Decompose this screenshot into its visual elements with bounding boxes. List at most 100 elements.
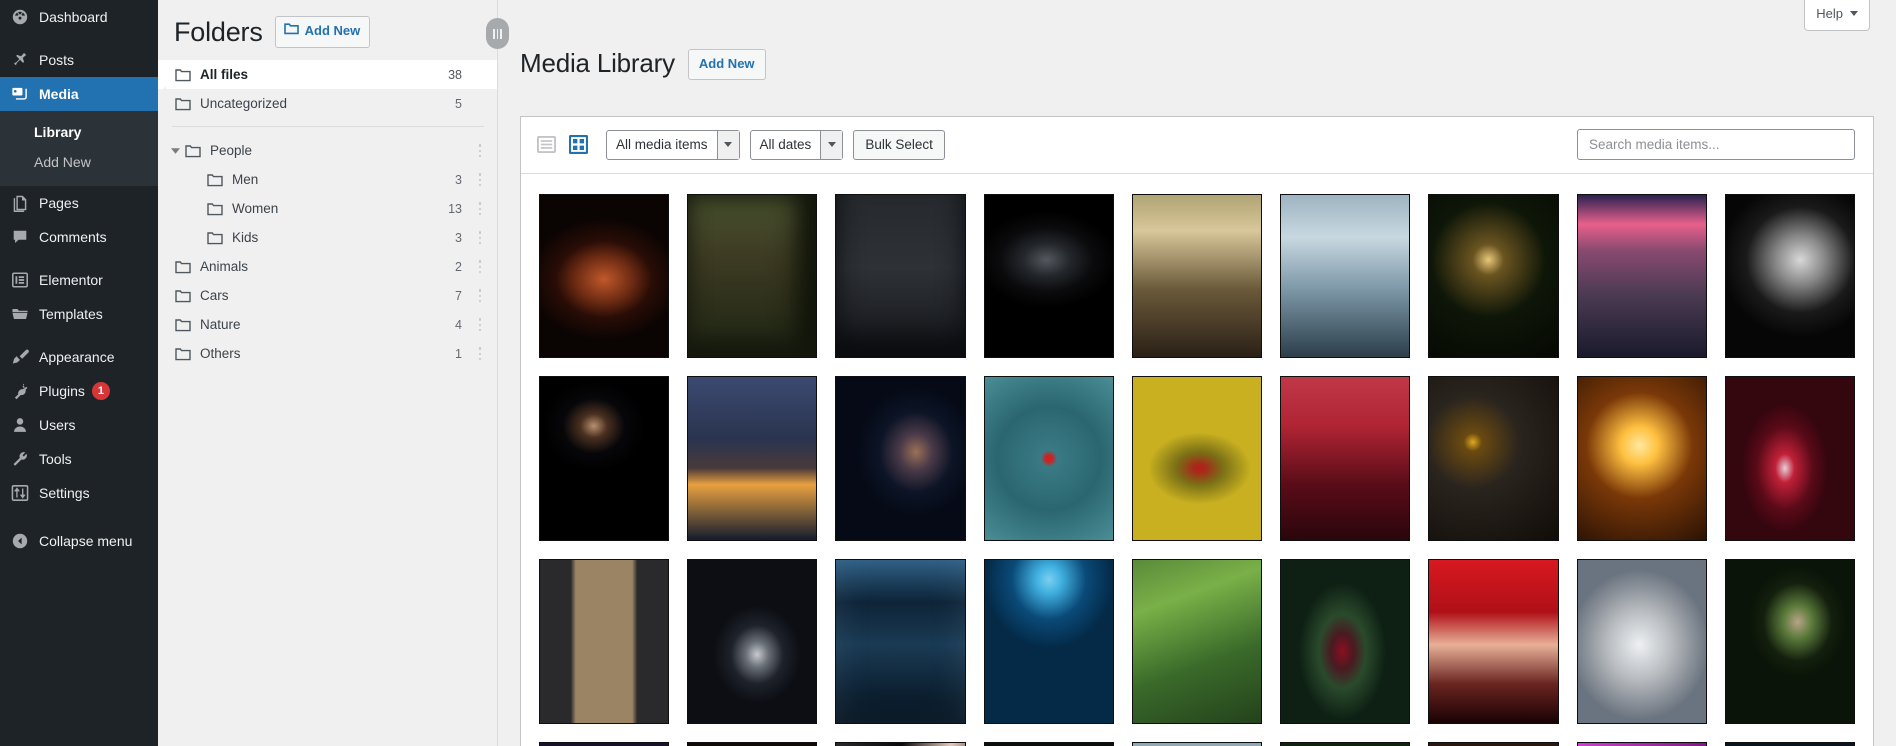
submenu-item-library[interactable]: Library [0,117,158,147]
media-grid [521,174,1873,746]
wp-admin-screen: Dashboard Posts Media Library Add New Pages Co… [0,0,1896,746]
sidebar-item-collapse-menu[interactable]: Collapse menu [0,524,158,558]
media-item[interactable] [539,376,670,542]
chevron-down-icon [820,130,843,159]
media-item[interactable] [1428,741,1559,746]
folder-more-options-icon[interactable] [472,230,488,246]
sidebar-item-posts[interactable]: Posts [0,43,158,77]
folder-more-options-icon[interactable] [472,172,488,188]
sidebar-separator [0,510,158,519]
media-item[interactable] [1428,193,1559,359]
media-thumbnail [688,377,817,541]
media-item[interactable] [835,559,966,724]
folders-add-new-button[interactable]: Add New [274,16,371,49]
sidebar-item-dashboard[interactable]: Dashboard [0,0,158,34]
search-input[interactable] [1587,136,1845,154]
media-item[interactable] [1576,376,1707,542]
folder-row-men[interactable]: Men 3 [158,165,498,194]
sidebar-item-comments[interactable]: Comments [0,220,158,254]
sidebar-item-label: Pages [39,194,79,211]
media-item[interactable] [1131,193,1263,359]
panel-resize-handle[interactable] [486,18,509,49]
media-item[interactable] [687,193,818,359]
media-item[interactable] [687,376,818,542]
folder-row-uncategorized[interactable]: Uncategorized 5 [158,89,498,118]
help-button[interactable]: Help [1804,0,1870,31]
bulk-select-button[interactable]: Bulk Select [853,129,945,160]
chevron-down-icon[interactable] [168,148,182,154]
sidebar-item-pages[interactable]: Pages [0,186,158,220]
media-thumbnail [688,194,817,358]
media-item[interactable] [539,741,670,746]
media-item[interactable] [687,559,818,724]
folder-count: 3 [455,230,462,245]
media-item[interactable] [983,741,1114,746]
folder-row-others[interactable]: Others 1 [158,339,498,368]
sidebar-item-elementor[interactable]: Elementor [0,263,158,297]
media-item[interactable] [1724,193,1855,359]
sidebar-item-media[interactable]: Media [0,77,166,111]
sidebar-item-settings[interactable]: Settings [0,476,158,510]
media-item[interactable] [1428,559,1559,724]
folder-more-options-icon[interactable] [472,288,488,304]
folder-label: All files [200,67,249,83]
sidebar-item-tools[interactable]: Tools [0,442,158,476]
folder-count: 4 [455,317,462,332]
media-add-new-button[interactable]: Add New [687,48,766,80]
media-item[interactable] [1280,376,1411,542]
folder-count: 13 [448,201,462,216]
folder-row-cars[interactable]: Cars 7 [158,281,498,310]
media-item[interactable] [835,193,966,359]
folder-count: 38 [448,67,462,82]
media-item[interactable] [983,376,1114,542]
media-item[interactable] [1131,741,1263,746]
date-filter[interactable]: All dates [749,129,844,160]
media-item[interactable] [1724,741,1855,746]
media-item[interactable] [1724,559,1855,724]
sidebar-item-templates[interactable]: Templates [0,297,158,331]
folder-row-kids[interactable]: Kids 3 [158,223,498,252]
media-item[interactable] [835,376,966,542]
media-item[interactable] [983,559,1114,724]
folder-row-animals[interactable]: Animals 2 [158,252,498,281]
media-item[interactable] [1280,559,1411,724]
folder-more-options-icon[interactable] [472,259,488,275]
sidebar-item-label: Templates [39,305,103,322]
media-type-filter[interactable]: All media items [606,129,740,160]
media-item[interactable] [1576,559,1707,724]
media-item[interactable] [1576,193,1707,359]
media-item[interactable] [1724,376,1855,542]
media-item[interactable] [1280,741,1411,746]
grid-view-icon[interactable] [567,133,590,156]
list-view-icon[interactable] [535,133,558,156]
media-thumbnail [1132,560,1262,723]
folder-row-people[interactable]: People [158,136,498,165]
media-item[interactable] [539,559,670,724]
media-thumbnail [836,560,965,723]
media-item[interactable] [1280,193,1411,359]
sidebar-item-appearance[interactable]: Appearance [0,340,158,374]
wrench-icon [10,449,30,469]
sidebar-item-label: Comments [39,228,107,245]
sidebar-item-label: Settings [39,484,90,501]
media-item[interactable] [1131,559,1263,724]
folder-row-nature[interactable]: Nature 4 [158,310,498,339]
folder-row-all-files[interactable]: All files 38 [158,60,498,90]
sidebar-item-plugins[interactable]: Plugins 1 [0,374,158,408]
folder-more-options-icon[interactable] [472,201,488,217]
folder-more-options-icon[interactable] [472,143,488,159]
folder-row-women[interactable]: Women 13 [158,194,498,223]
media-item[interactable] [1131,376,1263,542]
media-item[interactable] [835,741,966,746]
folder-more-options-icon[interactable] [472,346,488,362]
media-item[interactable] [687,741,818,746]
media-item[interactable] [1428,376,1559,542]
search-media-box[interactable] [1577,129,1855,161]
media-item[interactable] [539,193,670,359]
media-item[interactable] [1576,741,1707,746]
submenu-item-add-new[interactable]: Add New [0,147,158,177]
folder-list: All files 38 Uncategorized 5 People Men 3 Women… [158,60,498,368]
sidebar-item-users[interactable]: Users [0,408,158,442]
media-item[interactable] [983,193,1114,359]
folder-more-options-icon[interactable] [472,317,488,333]
